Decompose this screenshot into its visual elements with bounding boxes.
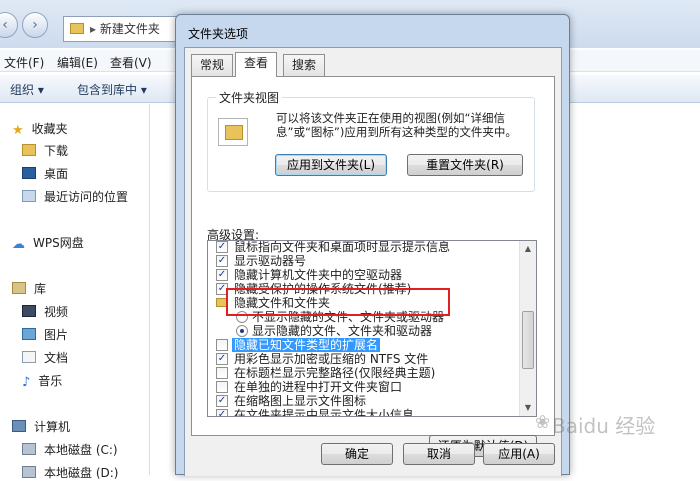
folder-icon [70,23,84,34]
folder-options-dialog: 文件夹选项 常规 查看 搜索 文件夹视图 可以将该文件夹正在使用的视图(例如“详… [175,14,570,476]
view-tab-pane: 文件夹视图 可以将该文件夹正在使用的视图(例如“详细信息”或“图标”)应用到所有… [191,76,555,457]
folder-view-label: 文件夹视图 [216,89,283,106]
item-label: 显示驱动器号 [234,254,307,268]
checkbox[interactable]: ✓ [216,395,228,407]
radio-button[interactable] [236,325,248,337]
item-label: 在标题栏显示完整路径(仅限经典主题) [234,366,436,380]
document-icon [22,351,36,363]
picture-icon [22,328,36,340]
library-icon [12,282,26,294]
nav-wps[interactable]: ☁ WPS网盘 [12,234,84,252]
item-label: 显示隐藏的文件、文件夹和驱动器 [252,324,433,338]
checkbox[interactable] [216,367,228,379]
back-button[interactable]: ‹ [0,12,18,38]
checkbox[interactable]: ✓ [216,241,228,253]
desktop-icon [22,167,36,179]
nav-label: 下载 [44,144,69,158]
address-text: 新建文件夹 [99,22,160,36]
watermark-text: Baidu 经验 [552,414,656,438]
nav-downloads[interactable]: 下载 [22,142,68,159]
address-field[interactable]: ▸ 新建文件夹 [63,16,183,42]
scroll-down-icon[interactable]: ▼ [520,400,536,416]
item-label: 在文件夹提示中显示文件大小信息 [234,408,415,417]
nav-label: 图片 [44,328,69,342]
nav-library[interactable]: 库 [12,280,46,297]
checkbox[interactable] [216,381,228,393]
folder-view-icon [218,118,248,146]
cloud-icon: ☁ [12,237,25,252]
checkbox[interactable]: ✓ [216,269,228,281]
nav-disk-d[interactable]: 本地磁盘 (D:) [22,464,118,481]
apply-to-folders-button[interactable]: 应用到文件夹(L) [275,154,387,176]
nav-label: WPS网盘 [33,236,84,250]
nav-recent[interactable]: 最近访问的位置 [22,188,128,205]
cancel-button[interactable]: 取消 [403,443,475,465]
nav-label: 计算机 [34,420,71,434]
apply-button[interactable]: 应用(A) [483,443,555,465]
nav-music[interactable]: ♪ 音乐 [22,372,62,390]
scroll-up-icon[interactable]: ▲ [520,241,536,257]
item-label: 隐藏已知文件类型的扩展名 [232,338,381,352]
include-in-library-button[interactable]: 包含到库中 ▾ [77,81,147,98]
nav-label: 音乐 [38,374,63,388]
advanced-settings-list: ✓ 鼠标指向文件夹和桌面项时显示提示信息 ✓ 显示驱动器号 ✓ 隐藏计算机文件夹… [207,240,537,417]
video-icon [22,305,36,317]
nav-label: 本地磁盘 (C:) [44,443,118,457]
ok-button[interactable]: 确定 [321,443,393,465]
dialog-title: 文件夹选项 [188,27,249,41]
item-label: 用彩色显示加密或压缩的 NTFS 文件 [234,352,429,366]
tab-search[interactable]: 搜索 [283,54,326,76]
scroll-thumb[interactable] [522,311,534,369]
nav-desktop[interactable]: 桌面 [22,165,68,182]
computer-icon [12,420,26,432]
downloads-icon [22,144,36,156]
item-label: 在缩略图上显示文件图标 [234,394,367,408]
menu-file[interactable]: 文件(F) [4,54,44,71]
checkbox[interactable]: ✓ [216,409,228,416]
nav-videos[interactable]: 视频 [22,303,68,320]
nav-computer[interactable]: 计算机 [12,418,70,435]
chevron-right-icon: ▸ [90,22,100,36]
disk-icon [22,466,36,478]
checkbox[interactable] [216,339,228,351]
dialog-body: 常规 查看 搜索 文件夹视图 可以将该文件夹正在使用的视图(例如“详细信息”或“… [184,47,562,476]
list-scrollbar[interactable]: ▲ ▼ [519,241,536,416]
tab-general[interactable]: 常规 [191,54,234,76]
checkbox[interactable]: ✓ [216,353,228,365]
star-icon: ★ [12,123,24,138]
music-icon: ♪ [22,375,31,390]
nav-label: 桌面 [44,167,69,181]
nav-label: 收藏夹 [31,122,68,136]
nav-label: 文档 [44,351,69,365]
item-label: 鼠标指向文件夹和桌面项时显示提示信息 [234,240,451,254]
annotation-highlight-box [226,288,450,316]
tab-view[interactable]: 查看 [235,52,278,77]
nav-label: 库 [34,282,47,296]
nav-label: 最近访问的位置 [44,190,129,204]
menu-view[interactable]: 查看(V) [110,54,152,71]
nav-favorites[interactable]: ★ 收藏夹 [12,120,68,138]
item-label: 在单独的进程中打开文件夹窗口 [234,380,403,394]
checkbox[interactable]: ✓ [216,255,228,267]
nav-label: 视频 [44,305,69,319]
forward-button[interactable]: › [22,12,48,38]
nav-documents[interactable]: 文档 [22,349,68,366]
reset-folders-button[interactable]: 重置文件夹(R) [407,154,523,176]
navigation-pane: ★ 收藏夹 下载 桌面 最近访问的位置 ☁ WPS网盘 库 视频 图片 文档 ♪ 音乐… [0,104,150,480]
organize-button[interactable]: 组织 ▾ [10,81,44,98]
nav-disk-c[interactable]: 本地磁盘 (C:) [22,441,118,458]
folder-view-description: 可以将该文件夹正在使用的视图(例如“详细信息”或“图标”)应用到所有这种类型的文… [276,111,517,139]
nav-pictures[interactable]: 图片 [22,326,68,343]
folder-view-group: 文件夹视图 可以将该文件夹正在使用的视图(例如“详细信息”或“图标”)应用到所有… [207,89,535,192]
disk-icon [22,443,36,455]
nav-label: 本地磁盘 (D:) [44,466,119,480]
recent-places-icon [22,190,36,202]
item-label: 隐藏计算机文件夹中的空驱动器 [234,268,403,282]
menu-edit[interactable]: 编辑(E) [57,54,98,71]
watermark-paw-icon: ❀ [535,412,551,433]
